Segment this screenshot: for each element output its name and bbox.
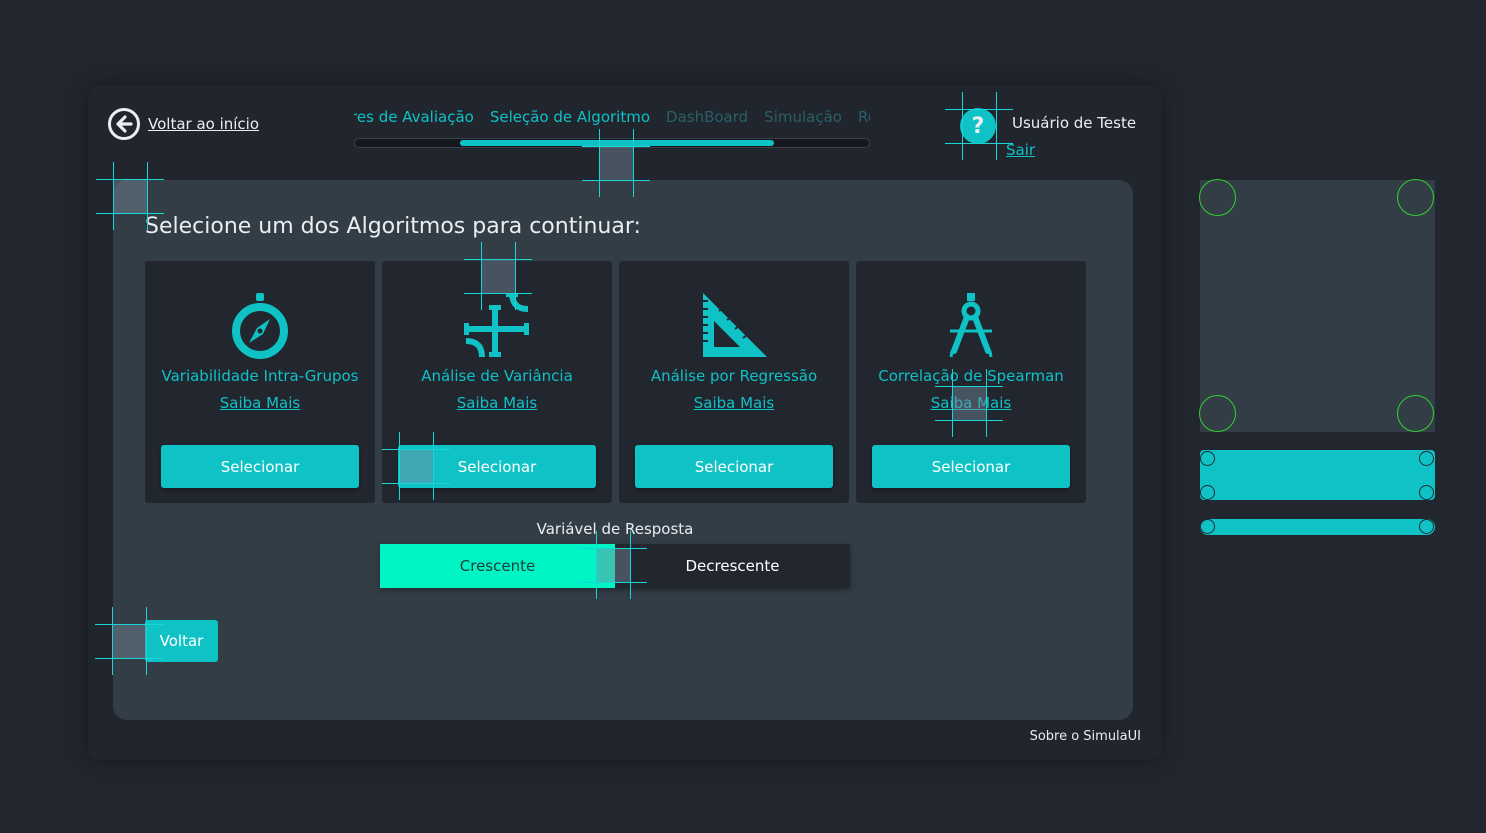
select-button[interactable]: Selecionar: [161, 445, 359, 488]
learn-more-link[interactable]: Saiba Mais: [856, 394, 1086, 412]
back-button[interactable]: Voltar: [145, 620, 218, 662]
algorithm-cards: Variabilidade Intra-Grupos Saiba Mais Se…: [145, 261, 1086, 503]
card-title: Análise de Variância: [421, 367, 573, 385]
progress-bar: [354, 138, 870, 148]
learn-more-link[interactable]: Saiba Mais: [619, 394, 849, 412]
algorithm-card-intra-groups: Variabilidade Intra-Grupos Saiba Mais Se…: [145, 261, 375, 503]
about-link[interactable]: Sobre o SimulaUI: [1030, 729, 1141, 744]
card-title: Correlação de Spearman: [878, 367, 1064, 385]
step-simulation[interactable]: Simulação: [764, 108, 842, 126]
resize-handle[interactable]: [1199, 395, 1236, 432]
main-panel: Selecione um dos Algoritmos para continu…: [113, 180, 1133, 720]
set-square-icon: [619, 291, 849, 361]
algorithm-card-anova: Análise de Variância Saiba Mais Selecion…: [382, 261, 612, 503]
resize-preview-panel: [1200, 180, 1435, 432]
resize-handle[interactable]: [1200, 519, 1215, 534]
page-title: Selecione um dos Algoritmos para continu…: [145, 214, 641, 239]
toggle-ascending[interactable]: Crescente: [380, 544, 615, 588]
back-to-home[interactable]: Voltar ao início: [108, 108, 259, 140]
step-evaluation-factors[interactable]: tores de Avaliação: [354, 108, 474, 126]
logout-link[interactable]: Sair: [1006, 141, 1035, 159]
card-title: Variabilidade Intra-Grupos: [161, 367, 359, 385]
resize-handle[interactable]: [1200, 451, 1215, 466]
step-tabs: tores de Avaliação Seleção de Algoritmo …: [354, 108, 870, 126]
drafting-compass-icon: [856, 291, 1086, 361]
learn-more-link[interactable]: Saiba Mais: [382, 394, 612, 412]
toggle-descending[interactable]: Decrescente: [615, 544, 850, 588]
learn-more-link[interactable]: Saiba Mais: [145, 394, 375, 412]
user-name: Usuário de Teste: [1012, 114, 1137, 132]
select-button[interactable]: Selecionar: [398, 445, 596, 488]
resize-handle[interactable]: [1200, 485, 1215, 500]
resize-handle[interactable]: [1397, 395, 1434, 432]
resize-handle[interactable]: [1199, 179, 1236, 216]
step-results[interactable]: Re: [858, 108, 870, 126]
arrow-left-icon: [108, 108, 140, 140]
back-to-home-link[interactable]: Voltar ao início: [148, 115, 259, 133]
compass-icon: [145, 291, 375, 361]
resize-handle[interactable]: [1419, 519, 1434, 534]
app-window: Voltar ao início tores de Avaliação Sele…: [88, 86, 1161, 760]
card-title: Análise por Regressão: [650, 367, 818, 385]
select-button[interactable]: Selecionar: [872, 445, 1070, 488]
help-icon[interactable]: ?: [960, 108, 996, 144]
pipes-icon: [382, 291, 612, 361]
step-algorithm-selection[interactable]: Seleção de Algoritmo: [490, 108, 650, 126]
response-variable-label: Variável de Resposta: [536, 520, 694, 538]
resize-handle[interactable]: [1419, 485, 1434, 500]
algorithm-card-regression: Análise por Regressão Saiba Mais Selecio…: [619, 261, 849, 503]
resize-handle[interactable]: [1419, 451, 1434, 466]
button-preview: [1200, 450, 1435, 500]
resize-handle[interactable]: [1397, 179, 1434, 216]
progress-bar-fill: [460, 140, 774, 146]
progress-preview: [1200, 519, 1435, 535]
algorithm-card-spearman: Correlação de Spearman Saiba Mais Seleci…: [856, 261, 1086, 503]
sort-order-toggle: Crescente Decrescente: [380, 544, 850, 588]
select-button[interactable]: Selecionar: [635, 445, 833, 488]
step-dashboard[interactable]: DashBoard: [666, 108, 748, 126]
